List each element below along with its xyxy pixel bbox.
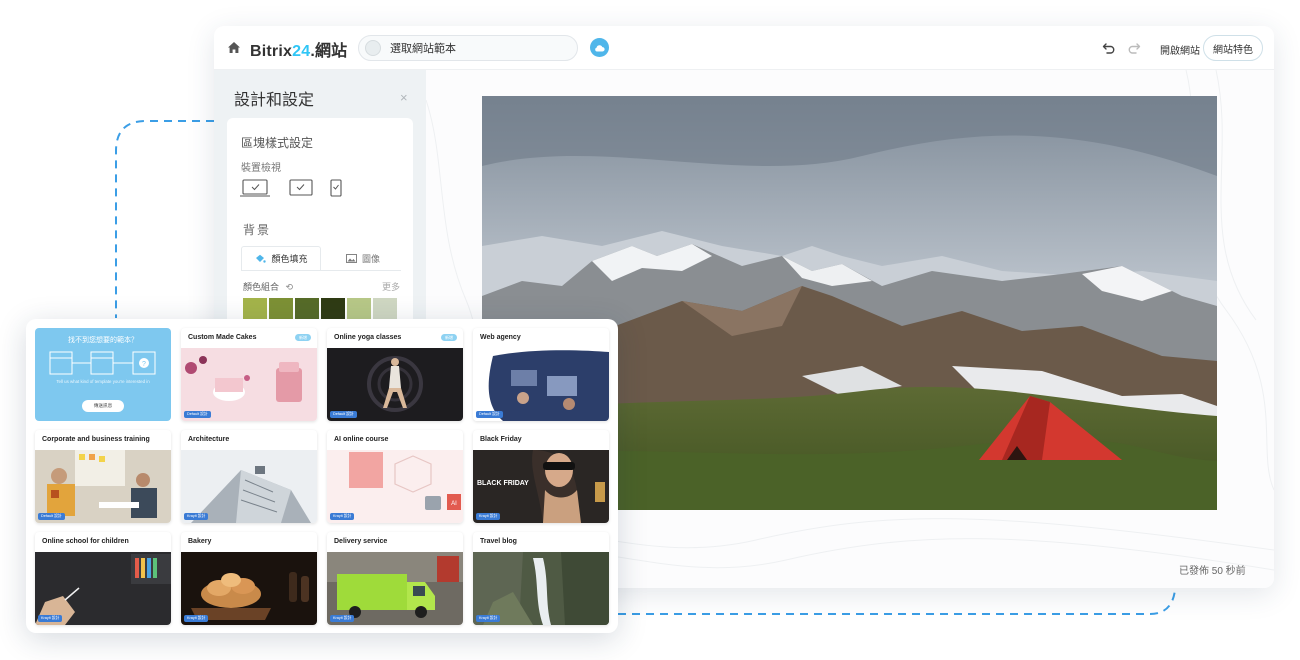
template-title: Delivery service (334, 538, 388, 545)
published-status: 已發佈 50 秒前 (1179, 566, 1246, 577)
design-badge: Default 設計 (184, 411, 211, 418)
device-view-label: 裝置檢視 (241, 163, 281, 174)
template-card[interactable]: Web agency Default 設計 (473, 328, 609, 421)
mobile-icon[interactable] (330, 179, 342, 197)
paint-bucket-icon (256, 254, 267, 263)
request-template-card: 找不到您想要的範本？ ? Tell us what kind of templa… (35, 328, 171, 421)
template-card[interactable]: Architecture Kraylt 設計 (181, 430, 317, 523)
template-title: Web agency (480, 334, 521, 341)
background-label: 背景 (243, 223, 272, 237)
black-friday-banner: BLACK FRIDAY (477, 480, 529, 487)
template-chooser: 找不到您想要的範本？ ? Tell us what kind of templa… (26, 319, 618, 633)
template-card[interactable]: AI online course AI Kraylt 設計 (327, 430, 463, 523)
template-title: Online yoga classes (334, 334, 402, 341)
template-card[interactable]: Custom Made Cakes 新增 Default 設計 (181, 328, 317, 421)
design-badge: Kraylt 設計 (476, 615, 501, 622)
template-card[interactable]: Online school for children Kraylt 設計 (35, 532, 171, 625)
new-badge: 新增 (295, 334, 311, 341)
palette-label: 顏色組合 ⟲ (243, 282, 294, 292)
template-card[interactable]: Delivery service Kraylt 設計 (327, 532, 463, 625)
reset-icon[interactable]: ⟲ (286, 282, 294, 292)
svg-text:?: ? (142, 361, 146, 368)
brand-main: Bitrix (250, 43, 293, 60)
design-badge: Default 設計 (330, 411, 357, 418)
tab-color-fill[interactable]: 顏色填充 (241, 246, 321, 270)
template-title: Travel blog (480, 538, 517, 545)
site-features-button[interactable]: 網站特色 (1203, 35, 1263, 61)
design-badge: Default 設計 (476, 411, 503, 418)
tablet-icon[interactable] (289, 179, 313, 197)
template-title: Corporate and business training (42, 436, 150, 443)
template-title: Architecture (188, 436, 230, 443)
undo-icon[interactable] (1101, 40, 1117, 56)
image-icon (346, 253, 357, 263)
tab-color-fill-label: 顏色填充 (271, 254, 308, 264)
template-card[interactable]: Black Friday BLACK FRIDAY Kraylt 設計 (473, 430, 609, 523)
template-card[interactable]: Corporate and business training Default … (35, 430, 171, 523)
template-title: Online school for children (42, 538, 129, 545)
template-select-label: 選取網站範本 (390, 43, 456, 55)
page-layout-icon: ? (49, 351, 156, 375)
palette-more-link[interactable]: 更多 (382, 280, 400, 293)
design-badge: Default 設計 (38, 513, 65, 520)
template-card[interactable]: Online yoga classes 新增 Default 設計 (327, 328, 463, 421)
template-card[interactable]: Travel blog Kraylt 設計 (473, 532, 609, 625)
home-icon[interactable] (226, 40, 242, 56)
new-badge: 新增 (441, 334, 457, 341)
tab-image-label: 圖像 (361, 253, 380, 264)
block-style-label: 區塊樣式設定 (241, 136, 314, 150)
request-subtitle: Tell us what kind of template you're int… (56, 379, 150, 384)
send-message-button[interactable]: 傳送訊息 (82, 400, 124, 412)
brand-suffix: .網站 (310, 43, 348, 60)
tabs-divider (241, 270, 401, 271)
redo-icon[interactable] (1126, 40, 1142, 56)
brand-logo: Bitrix24.網站 (250, 37, 347, 61)
request-title: 找不到您想要的範本？ (68, 337, 138, 344)
template-card[interactable]: Bakery Kraylt 設計 (181, 532, 317, 625)
template-title: AI online course (334, 436, 389, 443)
open-site-link[interactable]: 開啟網站 (1160, 42, 1200, 57)
desktop-icon[interactable] (240, 179, 270, 197)
close-icon[interactable]: × (400, 90, 408, 105)
tab-image[interactable]: 圖像 (327, 246, 399, 270)
design-badge: Kraylt 設計 (184, 513, 209, 520)
brand-number: 24 (292, 43, 311, 60)
cloud-icon[interactable] (590, 38, 609, 57)
design-badge: Kraylt 設計 (184, 615, 209, 622)
template-title: Bakery (188, 538, 212, 545)
design-badge: Kraylt 設計 (476, 513, 501, 520)
template-select[interactable]: 選取網站範本 (358, 35, 578, 61)
template-title: Black Friday (480, 436, 522, 443)
stage: Bitrix24.網站 選取網站範本 開啟網站 網站特色 設計和設定 × 區塊樣… (0, 0, 1300, 660)
settings-title: 設計和設定 (234, 92, 315, 109)
template-thumbnail-icon (365, 40, 381, 56)
design-badge: Kraylt 設計 (330, 513, 355, 520)
editor-topbar: Bitrix24.網站 選取網站範本 開啟網站 網站特色 (214, 26, 1274, 70)
template-title: Custom Made Cakes (188, 334, 257, 341)
ai-tag: AI (451, 501, 457, 507)
design-badge: Kraylt 設計 (330, 615, 355, 622)
design-badge: Kraylt 設計 (38, 615, 63, 622)
